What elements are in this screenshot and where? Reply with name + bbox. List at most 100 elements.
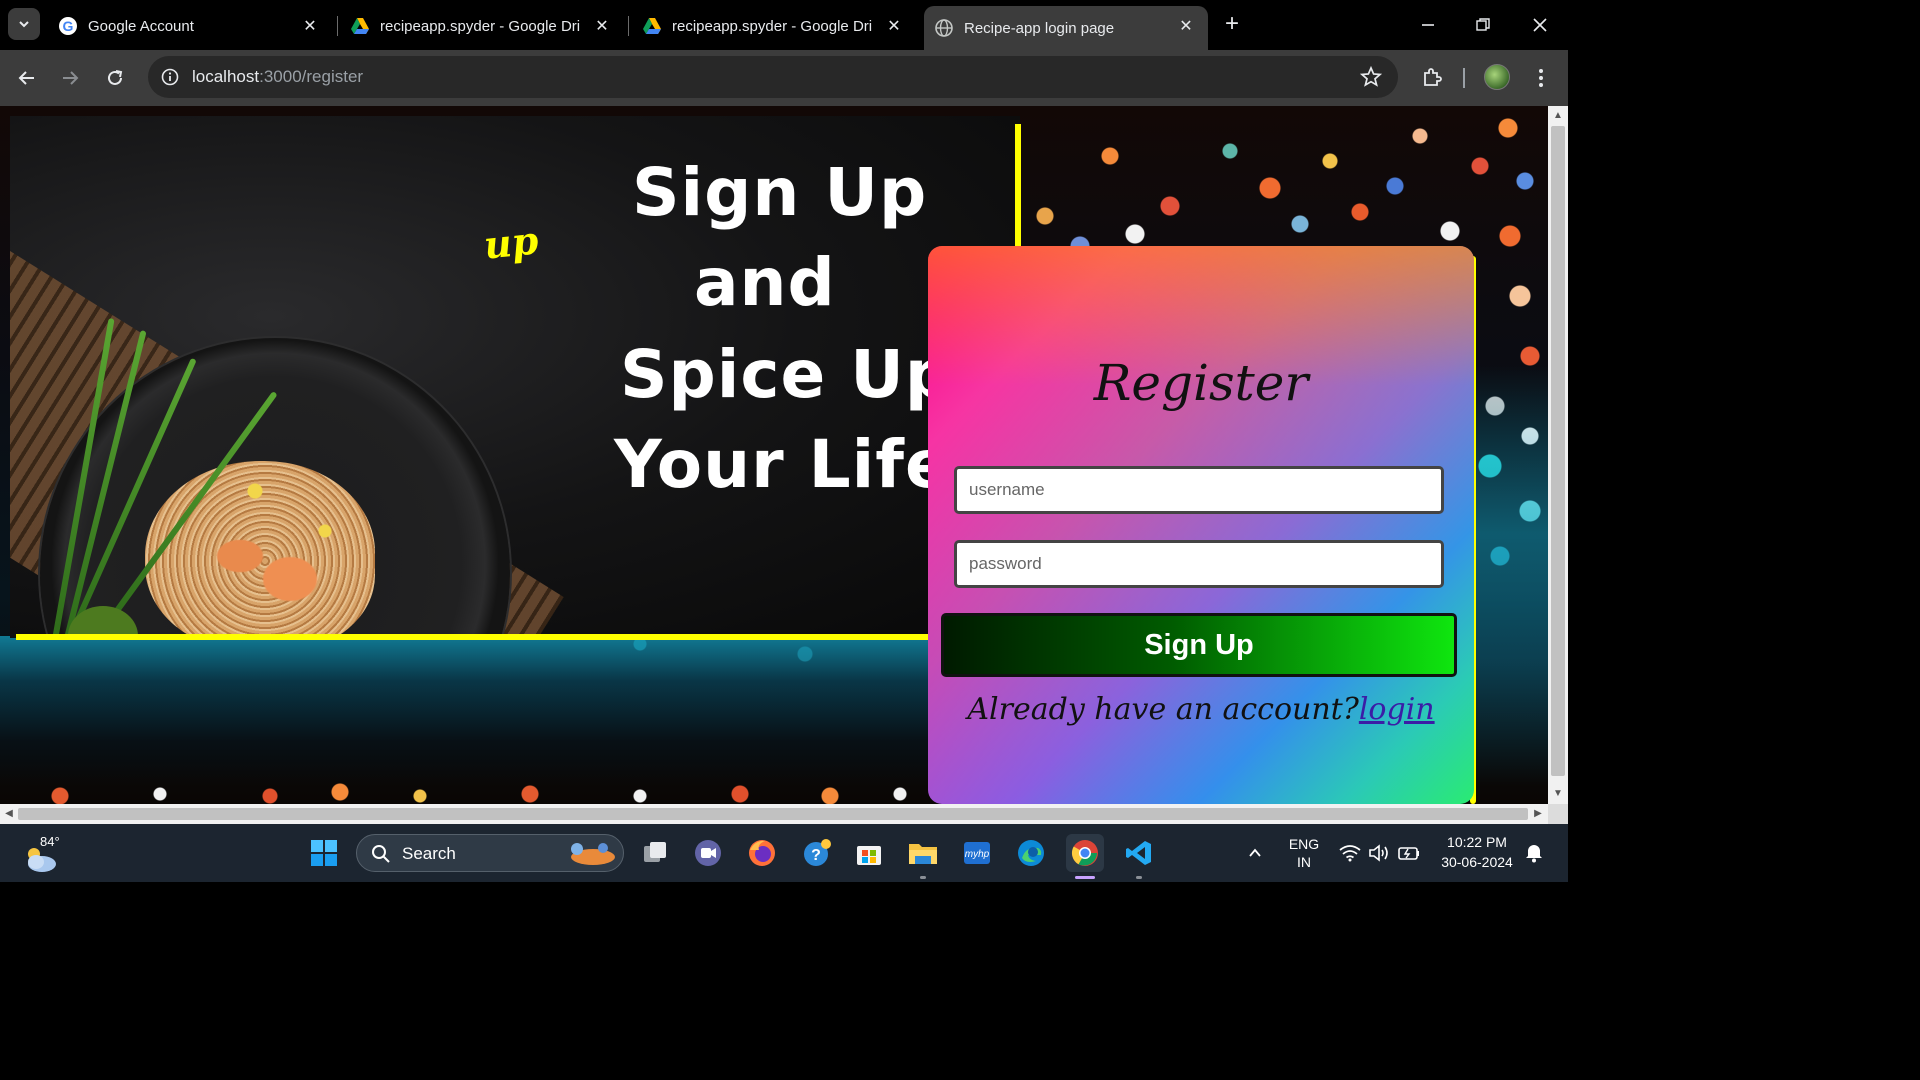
extensions-icon[interactable] <box>1418 64 1446 92</box>
notification-bell-icon[interactable] <box>1520 834 1548 872</box>
hero-tag: up <box>481 217 541 268</box>
volume-icon[interactable] <box>1365 834 1393 872</box>
tab-strip: G Google Account ✕ recipeapp.spyder - Go… <box>0 0 1568 50</box>
globe-icon <box>934 18 954 38</box>
clock[interactable]: 10:22 PM 30-06-2024 <box>1432 834 1522 870</box>
close-icon[interactable]: ✕ <box>300 16 320 36</box>
background-glow <box>0 636 930 786</box>
scrollbar-thumb[interactable] <box>1551 126 1565 776</box>
google-g-icon: G <box>58 16 78 36</box>
hero-line-4: Your Life! <box>614 426 982 503</box>
google-drive-icon <box>350 16 370 36</box>
chevron-down-icon <box>19 21 29 28</box>
back-icon[interactable] <box>11 62 43 94</box>
register-form: Register Sign Up Already have an account… <box>928 246 1474 804</box>
hero-line-3: Spice Up <box>620 336 954 413</box>
login-prompt-text: Already have an account? <box>967 692 1359 727</box>
hero-accent-border <box>1015 124 1021 246</box>
close-icon[interactable]: ✕ <box>1176 16 1196 36</box>
new-tab-icon[interactable]: + <box>1220 12 1244 36</box>
hero-line-2: and <box>694 244 836 321</box>
tab-separator <box>337 16 338 36</box>
toolbar-divider <box>1463 68 1465 88</box>
search-label: Search <box>402 844 456 863</box>
username-input[interactable] <box>954 466 1444 514</box>
login-link[interactable]: login <box>1359 692 1435 727</box>
scrollbar-thumb[interactable] <box>18 808 1528 820</box>
svg-text:myhp: myhp <box>965 849 990 860</box>
tab-search-button[interactable] <box>8 8 40 40</box>
svg-text:G: G <box>63 18 74 34</box>
window-close-icon[interactable] <box>1525 10 1555 40</box>
profile-avatar[interactable] <box>1484 64 1510 90</box>
task-view-icon[interactable] <box>636 834 674 872</box>
sign-up-button[interactable]: Sign Up <box>941 613 1457 677</box>
tab-drive-2[interactable]: recipeapp.spyder - Google Drive ✕ <box>632 6 916 46</box>
taskbar-search[interactable]: Search <box>356 834 624 872</box>
url-host: localhost <box>192 67 260 86</box>
bookmark-star-icon[interactable] <box>1359 65 1383 88</box>
file-explorer-icon[interactable] <box>904 834 942 872</box>
password-input[interactable] <box>954 540 1444 588</box>
weather-widget[interactable]: 84° <box>22 834 62 874</box>
reload-icon[interactable] <box>99 62 131 94</box>
running-indicator <box>920 876 926 879</box>
windows-taskbar: 84° Search ? myhp ENG IN 10:22 PM 30-06-… <box>0 824 1568 882</box>
hero-line-1: Sign Up <box>632 154 928 231</box>
myhp-icon[interactable]: myhp <box>958 834 996 872</box>
scrollbar-corner <box>1548 804 1568 824</box>
register-title: Register <box>1093 354 1309 412</box>
horizontal-scrollbar[interactable]: ◀ ▶ <box>0 804 1548 824</box>
search-highlight-icon <box>571 843 615 865</box>
restore-icon[interactable] <box>1468 10 1498 40</box>
language-line-1: ENG <box>1288 836 1320 852</box>
hero-image: up Sign Up and Spice Up Your Life! <box>10 116 1020 638</box>
battery-icon[interactable] <box>1395 834 1423 872</box>
login-prompt: Already have an account?login <box>928 692 1474 727</box>
more-menu-icon[interactable] <box>1527 64 1555 92</box>
tab-title: Google Account <box>88 17 194 35</box>
google-drive-icon <box>642 16 662 36</box>
teams-chat-icon[interactable] <box>689 834 727 872</box>
show-hidden-icons-chevron-icon[interactable] <box>1240 834 1270 872</box>
language-indicator[interactable]: ENG IN <box>1284 836 1324 870</box>
tab-title: recipeapp.spyder - Google Drive <box>672 17 872 35</box>
tab-drive-1[interactable]: recipeapp.spyder - Google Drive ✕ <box>340 6 624 46</box>
scroll-up-icon[interactable]: ▲ <box>1552 110 1564 122</box>
close-icon[interactable]: ✕ <box>884 16 904 36</box>
tab-title: Recipe-app login page <box>964 19 1115 37</box>
tab-title: recipeapp.spyder - Google Drive <box>380 17 580 35</box>
url-path: :3000/register <box>259 67 364 86</box>
wifi-icon[interactable] <box>1336 834 1364 872</box>
scroll-left-icon[interactable]: ◀ <box>3 808 15 820</box>
page-viewport: up Sign Up and Spice Up Your Life! Regis… <box>0 106 1548 804</box>
tab-separator <box>628 16 629 36</box>
browser-toolbar: localhost:3000/register <box>0 50 1568 106</box>
site-info-icon[interactable] <box>156 63 184 91</box>
weather-temp: 84° <box>40 834 60 849</box>
vertical-scrollbar[interactable]: ▲ ▼ <box>1548 106 1568 804</box>
tab-google-account[interactable]: G Google Account ✕ <box>48 6 332 46</box>
chrome-icon[interactable] <box>1066 834 1104 872</box>
scroll-down-icon[interactable]: ▼ <box>1552 788 1564 800</box>
tab-recipe-login[interactable]: Recipe-app login page ✕ <box>924 6 1208 50</box>
clock-date: 30-06-2024 <box>1441 854 1513 870</box>
start-windows-icon[interactable] <box>305 834 343 872</box>
active-indicator <box>1075 876 1095 879</box>
noodles-image <box>145 461 375 638</box>
clock-time: 10:22 PM <box>1447 834 1507 850</box>
scroll-right-icon[interactable]: ▶ <box>1532 808 1544 820</box>
get-help-icon[interactable]: ? <box>797 834 835 872</box>
edge-icon[interactable] <box>1012 834 1050 872</box>
minimize-icon[interactable] <box>1413 10 1443 40</box>
close-icon[interactable]: ✕ <box>592 16 612 36</box>
address-bar[interactable]: localhost:3000/register <box>148 56 1398 98</box>
vscode-icon[interactable] <box>1120 834 1158 872</box>
forward-icon[interactable] <box>54 62 86 94</box>
url-text[interactable]: localhost:3000/register <box>192 67 363 87</box>
language-line-2: IN <box>1297 854 1311 870</box>
running-indicator <box>1136 876 1142 879</box>
microsoft-store-icon[interactable] <box>850 834 888 872</box>
svg-text:?: ? <box>811 847 821 864</box>
firefox-icon[interactable] <box>743 834 781 872</box>
